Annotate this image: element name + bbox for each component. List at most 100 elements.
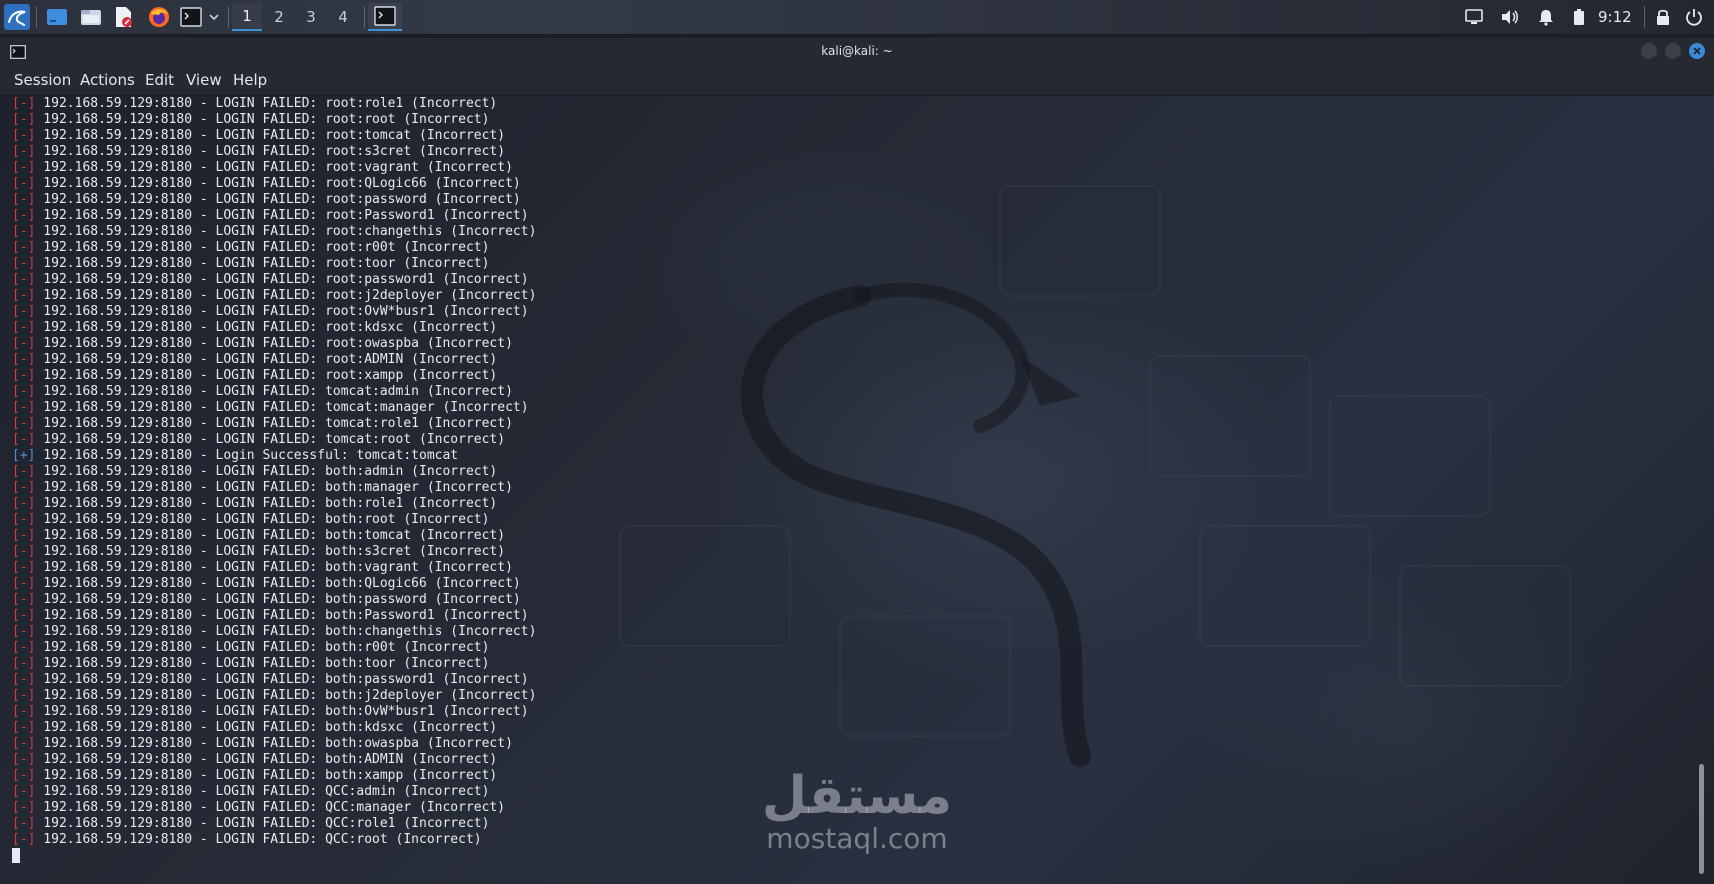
fail-marker: [-] (12, 704, 36, 719)
terminal-line-text: 192.168.59.129:8180 - LOGIN FAILED: QCC:… (35, 816, 490, 831)
terminal-line-text: 192.168.59.129:8180 - Login Successful: … (35, 448, 459, 463)
workspace-2[interactable]: 2 (264, 3, 294, 31)
file-manager-icon[interactable] (78, 4, 104, 30)
mostaql-watermark: مستقل mostaql.com (752, 768, 962, 854)
terminal-line: [-] 192.168.59.129:8180 - LOGIN FAILED: … (12, 736, 536, 752)
menu-help[interactable]: Help (233, 65, 267, 95)
terminal-line: [-] 192.168.59.129:8180 - LOGIN FAILED: … (12, 816, 536, 832)
menu-edit[interactable]: Edit (145, 65, 174, 95)
terminal-line: [-] 192.168.59.129:8180 - LOGIN FAILED: … (12, 432, 536, 448)
text-editor-icon[interactable] (110, 4, 136, 30)
fail-marker: [-] (12, 688, 36, 703)
menu-view[interactable]: View (186, 65, 222, 95)
close-icon (1693, 47, 1701, 55)
terminal-line-text: 192.168.59.129:8180 - LOGIN FAILED: root… (35, 256, 490, 271)
panel-separator (364, 6, 365, 28)
terminal-line-text: 192.168.59.129:8180 - LOGIN FAILED: both… (35, 736, 513, 751)
terminal-line: [-] 192.168.59.129:8180 - LOGIN FAILED: … (12, 144, 536, 160)
fail-marker: [-] (12, 768, 36, 783)
chevron-down-icon[interactable] (206, 4, 222, 30)
menu-session[interactable]: Session (14, 65, 71, 95)
terminal-line-text: 192.168.59.129:8180 - LOGIN FAILED: root… (35, 272, 529, 287)
panel-separator (228, 6, 229, 28)
terminal-line-text: 192.168.59.129:8180 - LOGIN FAILED: tomc… (35, 416, 513, 431)
terminal-line: [-] 192.168.59.129:8180 - LOGIN FAILED: … (12, 96, 536, 112)
fail-marker: [-] (12, 240, 36, 255)
minimize-button[interactable] (1641, 43, 1657, 59)
terminal-scrollbar[interactable] (1699, 96, 1705, 884)
terminal-line-text: 192.168.59.129:8180 - LOGIN FAILED: both… (35, 592, 521, 607)
workspace-3[interactable]: 3 (296, 3, 326, 31)
terminal-line: [-] 192.168.59.129:8180 - LOGIN FAILED: … (12, 240, 536, 256)
terminal-output[interactable]: [-] 192.168.59.129:8180 - LOGIN FAILED: … (0, 96, 1714, 884)
terminal-line: [-] 192.168.59.129:8180 - LOGIN FAILED: … (12, 704, 536, 720)
bell-icon[interactable] (1534, 4, 1558, 30)
terminal-line: [-] 192.168.59.129:8180 - LOGIN FAILED: … (12, 320, 536, 336)
fail-marker: [-] (12, 592, 36, 607)
terminal-line: [-] 192.168.59.129:8180 - LOGIN FAILED: … (12, 304, 536, 320)
terminal-line-text: 192.168.59.129:8180 - LOGIN FAILED: root… (35, 304, 529, 319)
battery-icon (1568, 4, 1590, 30)
fail-marker: [-] (12, 528, 36, 543)
fail-marker: [-] (12, 208, 36, 223)
kali-menu-icon[interactable] (2, 4, 32, 30)
fail-marker: [-] (12, 112, 36, 127)
lock-icon[interactable] (1652, 4, 1674, 30)
terminal-line: [-] 192.168.59.129:8180 - LOGIN FAILED: … (12, 288, 536, 304)
fail-marker: [-] (12, 640, 36, 655)
close-button[interactable] (1689, 43, 1705, 59)
terminal-line-text: 192.168.59.129:8180 - LOGIN FAILED: QCC:… (35, 800, 506, 815)
terminal-line: [-] 192.168.59.129:8180 - LOGIN FAILED: … (12, 176, 536, 192)
terminal-line: [-] 192.168.59.129:8180 - LOGIN FAILED: … (12, 576, 536, 592)
window-title: kali@kali: ~ (821, 44, 893, 58)
terminal-line-text: 192.168.59.129:8180 - LOGIN FAILED: both… (35, 544, 506, 559)
menu-bar: Session Actions Edit View Help (0, 65, 1714, 96)
terminal-line: [-] 192.168.59.129:8180 - LOGIN FAILED: … (12, 544, 536, 560)
terminal-line-text: 192.168.59.129:8180 - LOGIN FAILED: both… (35, 496, 498, 511)
fail-marker: [-] (12, 416, 36, 431)
terminal-line: [-] 192.168.59.129:8180 - LOGIN FAILED: … (12, 720, 536, 736)
terminal-line: [-] 192.168.59.129:8180 - LOGIN FAILED: … (12, 352, 536, 368)
fail-marker: [-] (12, 576, 36, 591)
terminal-line: [-] 192.168.59.129:8180 - LOGIN FAILED: … (12, 560, 536, 576)
terminal-line-text: 192.168.59.129:8180 - LOGIN FAILED: both… (35, 464, 498, 479)
terminal-line-text: 192.168.59.129:8180 - LOGIN FAILED: root… (35, 320, 498, 335)
terminal-line-text: 192.168.59.129:8180 - LOGIN FAILED: both… (35, 640, 490, 655)
fail-marker: [-] (12, 96, 36, 111)
terminal-line: [-] 192.168.59.129:8180 - LOGIN FAILED: … (12, 208, 536, 224)
maximize-button[interactable] (1665, 43, 1681, 59)
terminal-line-text: 192.168.59.129:8180 - LOGIN FAILED: both… (35, 704, 529, 719)
terminal-line-text: 192.168.59.129:8180 - LOGIN FAILED: both… (35, 688, 537, 703)
terminal-line: [-] 192.168.59.129:8180 - LOGIN FAILED: … (12, 128, 536, 144)
volume-icon[interactable] (1498, 4, 1522, 30)
prompt-line[interactable] (12, 848, 536, 864)
fail-marker: [-] (12, 608, 36, 623)
fail-marker: [-] (12, 816, 36, 831)
power-icon[interactable] (1682, 4, 1706, 30)
fail-marker: [-] (12, 560, 36, 575)
scrollbar-thumb[interactable] (1699, 764, 1704, 874)
fail-marker: [-] (12, 800, 36, 815)
terminal-line: [-] 192.168.59.129:8180 - LOGIN FAILED: … (12, 752, 536, 768)
terminal-icon[interactable] (178, 4, 204, 30)
clock[interactable]: 9:12 (1598, 0, 1632, 34)
terminal-line-text: 192.168.59.129:8180 - LOGIN FAILED: root… (35, 336, 513, 351)
fail-marker: [-] (12, 144, 36, 159)
terminal-line-text: 192.168.59.129:8180 - LOGIN FAILED: QCC:… (35, 784, 490, 799)
window-titlebar[interactable]: kali@kali: ~ (0, 38, 1714, 65)
workspace-4[interactable]: 4 (328, 3, 358, 31)
firefox-icon[interactable] (146, 4, 172, 30)
terminal-line-text: 192.168.59.129:8180 - LOGIN FAILED: tomc… (35, 432, 506, 447)
terminal-line-text: 192.168.59.129:8180 - LOGIN FAILED: root… (35, 112, 490, 127)
terminal-line-text: 192.168.59.129:8180 - LOGIN FAILED: both… (35, 576, 521, 591)
terminal-line: [-] 192.168.59.129:8180 - LOGIN FAILED: … (12, 192, 536, 208)
taskbar-terminal-button[interactable] (368, 3, 402, 31)
workspace-1[interactable]: 1 (232, 3, 262, 31)
show-desktop-icon[interactable] (44, 4, 70, 30)
terminal-line: [-] 192.168.59.129:8180 - LOGIN FAILED: … (12, 272, 536, 288)
terminal-line-text: 192.168.59.129:8180 - LOGIN FAILED: both… (35, 672, 529, 687)
display-icon[interactable] (1462, 4, 1486, 30)
fail-marker: [-] (12, 224, 36, 239)
menu-actions[interactable]: Actions (80, 65, 135, 95)
terminal-line: [-] 192.168.59.129:8180 - LOGIN FAILED: … (12, 336, 536, 352)
